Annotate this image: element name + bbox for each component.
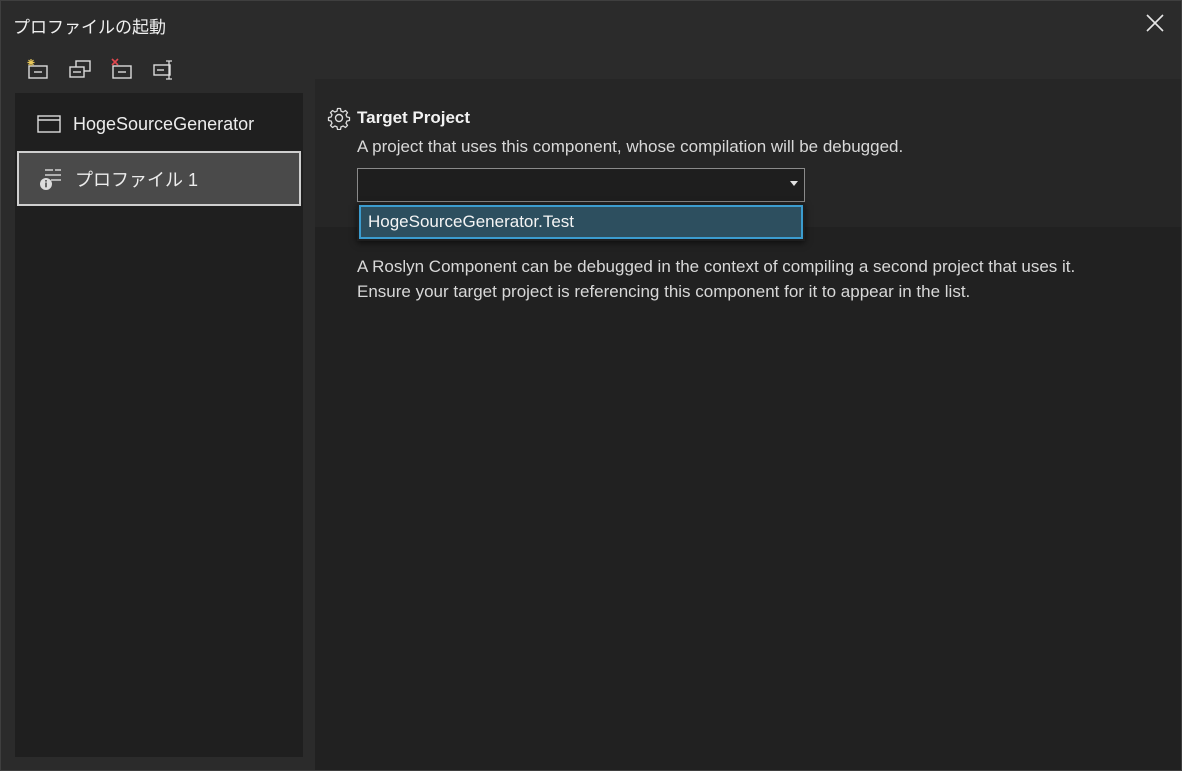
dropdown-option-hogesourcegenerator-test[interactable]: HogeSourceGenerator.Test — [359, 205, 803, 239]
gear-icon — [327, 107, 351, 130]
profiles-toolbar — [15, 45, 303, 93]
settings-header-strip — [315, 45, 1181, 79]
close-icon — [1146, 14, 1164, 32]
new-profile-icon — [27, 59, 48, 79]
profile-item-hogesourcegenerator[interactable]: HogeSourceGenerator — [15, 97, 301, 151]
profile-item-profile-1[interactable]: プロファイル 1 — [17, 151, 301, 206]
delete-profile-icon — [111, 58, 132, 79]
dropdown-option-label: HogeSourceGenerator.Test — [368, 212, 575, 231]
delete-profile-button[interactable] — [109, 57, 135, 83]
title-bar: プロファイルの起動 — [1, 1, 1181, 45]
profile-list: HogeSourceGenerator プロファイル 1 — [15, 93, 303, 757]
profile-item-label: HogeSourceGenerator — [73, 113, 255, 134]
target-project-label: Target Project — [357, 108, 471, 127]
rename-profile-button[interactable] — [151, 57, 177, 83]
profile-item-label: プロファイル 1 — [75, 169, 199, 190]
launch-profiles-dialog: プロファイルの起動 HogeSourceGenerator プロファイル 1 T… — [0, 0, 1182, 771]
close-button[interactable] — [1143, 11, 1167, 35]
target-project-combobox[interactable] — [357, 168, 805, 202]
dialog-title: プロファイルの起動 — [13, 18, 166, 37]
chevron-down-icon[interactable] — [790, 181, 798, 186]
roslyn-help-text: A Roslyn Component can be debugged in th… — [357, 257, 1076, 301]
target-project-dropdown-list: HogeSourceGenerator.Test — [357, 203, 805, 241]
target-project-description: A project that uses this component, whos… — [357, 137, 904, 156]
profiles-pane: HogeSourceGenerator プロファイル 1 — [15, 45, 303, 757]
profile-settings-pane: Target Project A project that uses this … — [315, 45, 1181, 770]
roslyn-profile-icon — [40, 168, 61, 190]
window-icon — [37, 115, 61, 133]
duplicate-profile-icon — [69, 60, 91, 78]
target-project-header: Target Project — [327, 106, 470, 130]
duplicate-profile-button[interactable] — [67, 57, 93, 83]
rename-profile-icon — [153, 60, 172, 80]
new-profile-button[interactable] — [25, 57, 51, 83]
